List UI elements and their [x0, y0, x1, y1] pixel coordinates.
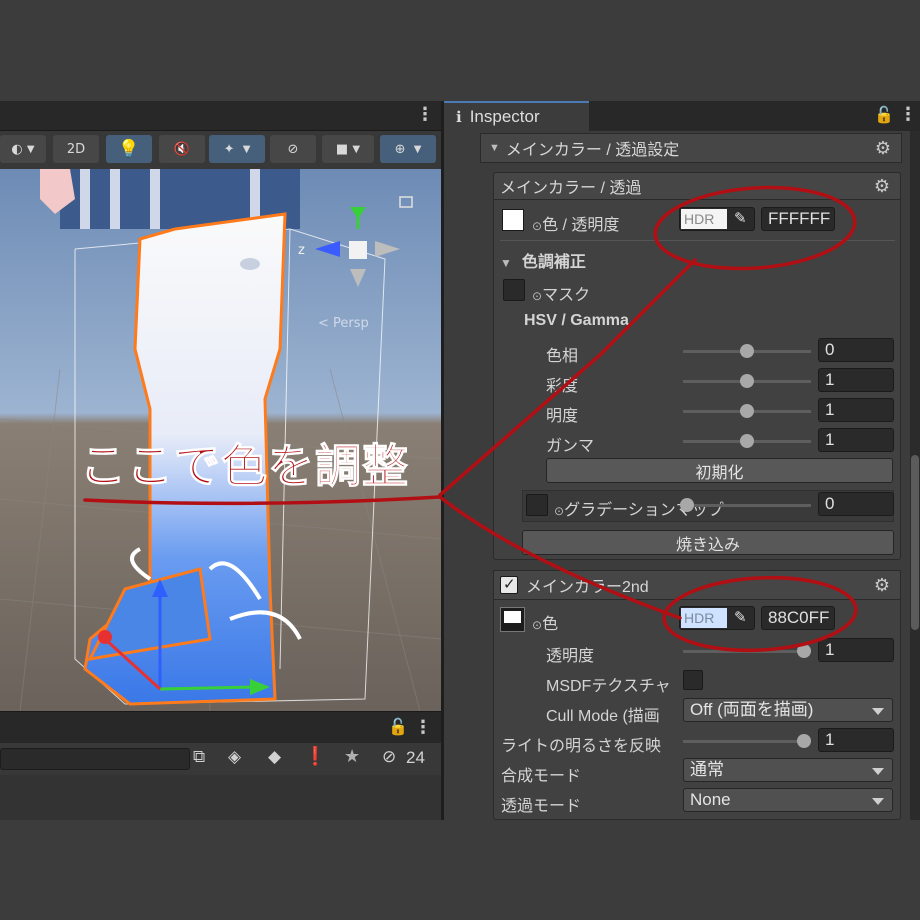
annotation-label: ここで色を調整 [80, 439, 409, 494]
highlight-circle-main-color [653, 185, 857, 271]
highlight-circle-main-color-2nd [662, 575, 858, 653]
annotation-arrow-upper [438, 258, 697, 497]
annotation-underline-and-arrow [83, 495, 682, 620]
